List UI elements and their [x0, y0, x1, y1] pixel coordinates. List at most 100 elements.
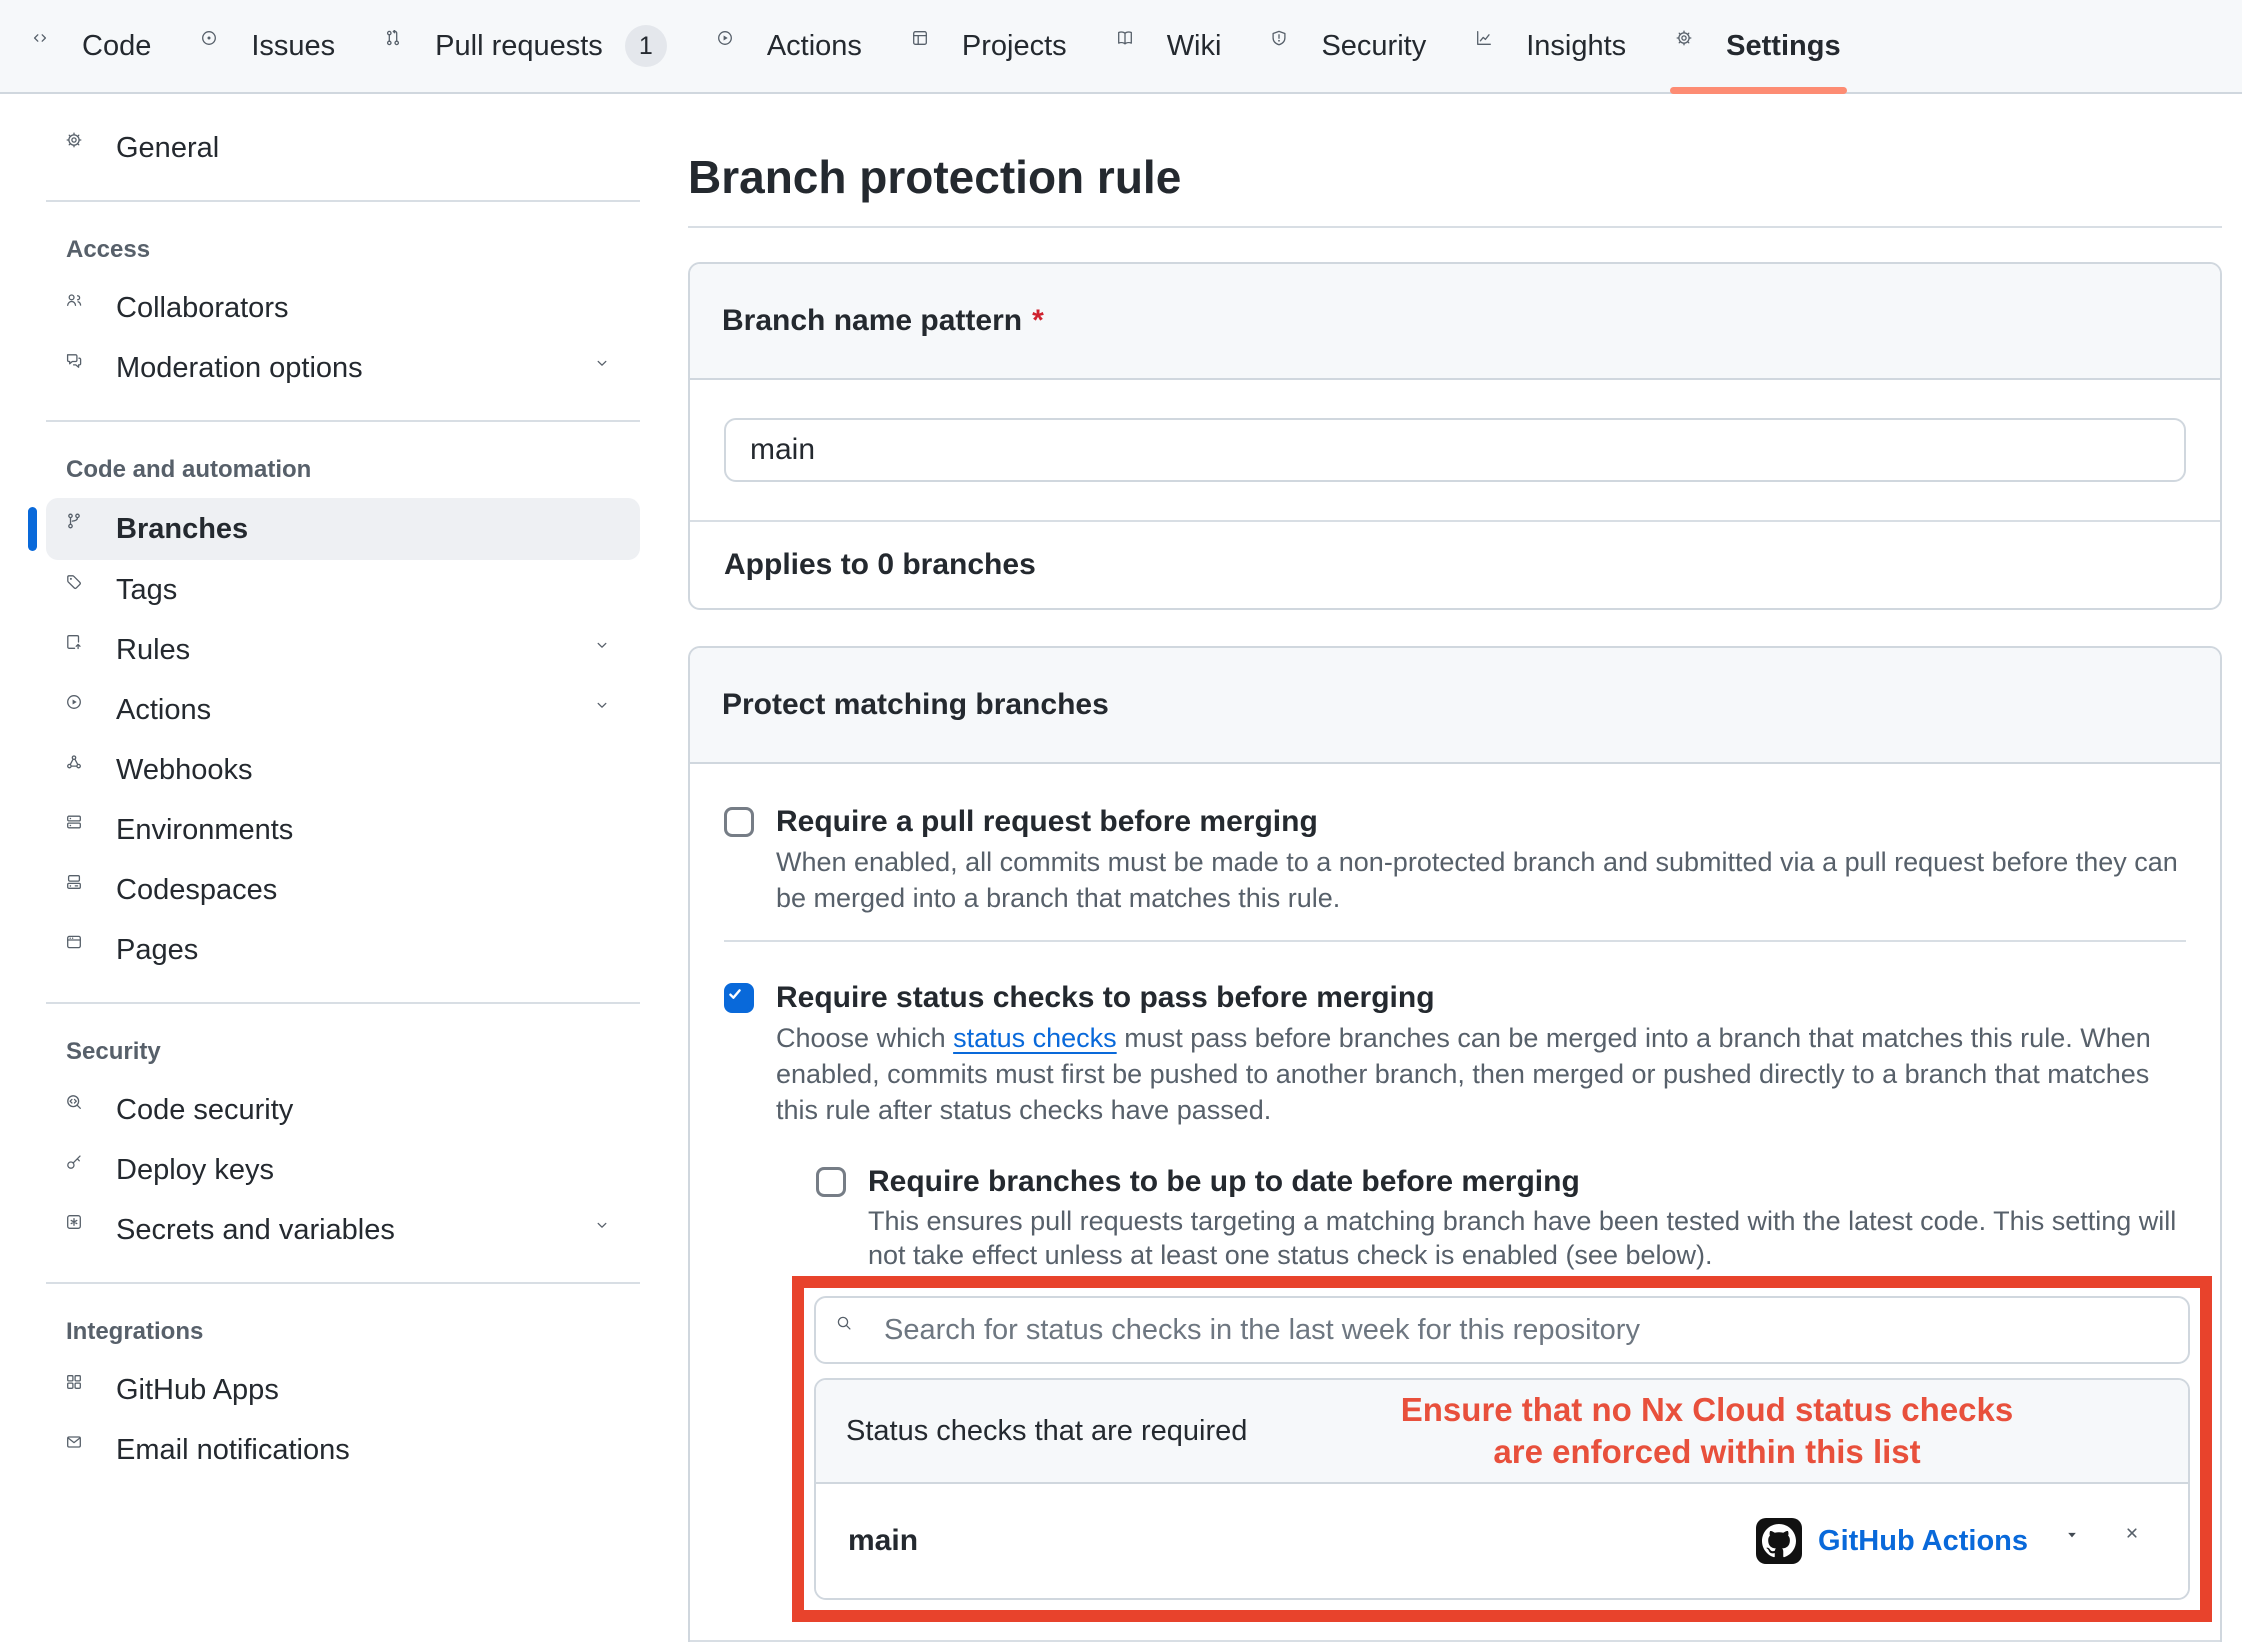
github-actions-app-link[interactable]: GitHub Actions	[1818, 1525, 2028, 1558]
asterisk-box-icon	[66, 1214, 98, 1246]
tab-actions[interactable]: Actions	[699, 0, 880, 92]
sidebar-item-moderation-options[interactable]: Moderation options	[46, 338, 640, 398]
sidebar-item-label: Deploy keys	[116, 1154, 620, 1187]
remove-status-check-button[interactable]	[2124, 1525, 2156, 1557]
tab-wiki[interactable]: Wiki	[1099, 0, 1240, 92]
search-icon	[836, 1315, 866, 1345]
gear-icon	[1676, 30, 1708, 62]
required-status-checks-list: Status checks that are required Ensure t…	[814, 1378, 2190, 1600]
pull-requests-count-badge: 1	[625, 25, 667, 67]
sidebar-divider	[46, 200, 640, 202]
require-pull-request-checkbox[interactable]	[724, 807, 754, 837]
sidebar-item-general[interactable]: General	[46, 118, 640, 178]
required-asterisk: *	[1032, 304, 1044, 337]
branch-name-pattern-card: Branch name pattern * Applies to 0 branch…	[688, 262, 2222, 610]
sidebar-item-webhooks[interactable]: Webhooks	[46, 740, 640, 800]
sidebar-item-rules[interactable]: Rules	[46, 620, 640, 680]
key-icon	[66, 1154, 98, 1186]
branch-name-pattern-header: Branch name pattern *	[690, 264, 2220, 380]
protect-matching-branches-card: Protect matching branches Require a pull…	[688, 646, 2222, 1642]
sidebar-item-tags[interactable]: Tags	[46, 560, 640, 620]
octocat-icon	[1762, 1524, 1796, 1558]
tab-pull-requests[interactable]: Pull requests 1	[367, 0, 685, 92]
status-check-search-input[interactable]	[884, 1314, 2168, 1347]
tab-label: Security	[1321, 30, 1426, 63]
tab-issues[interactable]: Issues	[183, 0, 353, 92]
sidebar-section-integrations: Integrations	[46, 1306, 640, 1360]
chevron-down-icon	[594, 697, 620, 723]
rule-require-status-checks: Require status checks to pass before mer…	[724, 940, 2186, 1622]
rule-label: Require status checks to pass before mer…	[776, 980, 2186, 1016]
tab-security[interactable]: Security	[1253, 0, 1444, 92]
tag-icon	[66, 574, 98, 606]
browser-icon	[66, 934, 98, 966]
chevron-down-icon	[594, 355, 620, 381]
rule-label: Require a pull request before merging	[776, 804, 2186, 840]
branch-name-pattern-input[interactable]	[724, 418, 2186, 482]
sidebar-item-secrets-variables[interactable]: Secrets and variables	[46, 1200, 640, 1260]
sidebar-divider	[46, 420, 640, 422]
book-icon	[1117, 30, 1149, 62]
sidebar-section-code-automation: Code and automation	[46, 444, 640, 498]
sidebar-item-label: GitHub Apps	[116, 1374, 620, 1407]
sidebar-item-environments[interactable]: Environments	[46, 800, 640, 860]
sidebar-item-label: Branches	[116, 513, 620, 546]
tab-projects[interactable]: Projects	[894, 0, 1085, 92]
play-icon	[717, 30, 749, 62]
sidebar-item-github-apps[interactable]: GitHub Apps	[46, 1360, 640, 1420]
sidebar-item-label: Secrets and variables	[116, 1214, 576, 1247]
status-check-search	[814, 1296, 2190, 1364]
tab-insights[interactable]: Insights	[1458, 0, 1644, 92]
code-icon	[32, 30, 64, 62]
sidebar-item-codespaces[interactable]: Codespaces	[46, 860, 640, 920]
sidebar-item-email-notifications[interactable]: Email notifications	[46, 1420, 640, 1480]
sidebar-item-actions[interactable]: Actions	[46, 680, 640, 740]
status-checks-link[interactable]: status checks	[953, 1023, 1117, 1053]
sidebar-item-label: Environments	[116, 814, 620, 847]
sidebar-item-deploy-keys[interactable]: Deploy keys	[46, 1140, 640, 1200]
sidebar-item-pages[interactable]: Pages	[46, 920, 640, 980]
codespaces-icon	[66, 874, 98, 906]
tab-code[interactable]: Code	[14, 0, 169, 92]
settings-content: Branch protection rule Branch name patte…	[656, 94, 2242, 1642]
sidebar-item-collaborators[interactable]: Collaborators	[46, 278, 640, 338]
status-check-source-dropdown[interactable]	[2064, 1527, 2092, 1555]
sidebar-item-label: Collaborators	[116, 292, 620, 325]
repo-tab-bar: Code Issues Pull requests 1 Actions Proj…	[0, 0, 2242, 94]
applies-to-branches-text: Applies to 0 branches	[690, 520, 2220, 608]
active-tab-underline	[1670, 87, 1846, 94]
require-up-to-date-checkbox[interactable]	[816, 1167, 846, 1197]
sidebar-item-label: Codespaces	[116, 874, 620, 907]
branch-name-pattern-label: Branch name pattern	[722, 304, 1022, 337]
rule-require-up-to-date: Require branches to be up to date before…	[816, 1164, 2186, 1272]
sidebar-item-label: Moderation options	[116, 352, 576, 385]
tab-label: Pull requests	[435, 30, 603, 63]
tab-settings[interactable]: Settings	[1658, 0, 1858, 92]
code-scan-icon	[66, 1094, 98, 1126]
tab-label: Code	[82, 30, 151, 63]
mail-icon	[66, 1434, 98, 1466]
rule-description: This ensures pull requests targeting a m…	[868, 1204, 2186, 1272]
sidebar-item-branches[interactable]: Branches	[46, 498, 640, 560]
sidebar-item-label: Webhooks	[116, 754, 620, 787]
rule-require-pull-request: Require a pull request before merging Wh…	[724, 764, 2186, 940]
close-icon	[2124, 1525, 2156, 1557]
tab-label: Issues	[251, 30, 335, 63]
rule-description: When enabled, all commits must be made t…	[776, 844, 2186, 916]
tab-label: Projects	[962, 30, 1067, 63]
people-icon	[66, 292, 98, 324]
sidebar-divider	[46, 1282, 640, 1284]
required-status-checks-title: Status checks that are required	[846, 1415, 1247, 1448]
webhook-icon	[66, 754, 98, 786]
require-status-checks-checkbox[interactable]	[724, 983, 754, 1013]
sidebar-item-code-security[interactable]: Code security	[46, 1080, 640, 1140]
annotation-text: Ensure that no Nx Cloud status checks ar…	[1376, 1389, 2038, 1473]
sidebar-item-label: Email notifications	[116, 1434, 620, 1467]
sidebar-section-access: Access	[46, 224, 640, 278]
rule-icon	[66, 634, 98, 666]
tab-label: Settings	[1726, 30, 1840, 63]
issue-opened-icon	[201, 30, 233, 62]
shield-icon	[1271, 30, 1303, 62]
project-table-icon	[912, 30, 944, 62]
required-status-checks-header: Status checks that are required Ensure t…	[816, 1380, 2188, 1484]
